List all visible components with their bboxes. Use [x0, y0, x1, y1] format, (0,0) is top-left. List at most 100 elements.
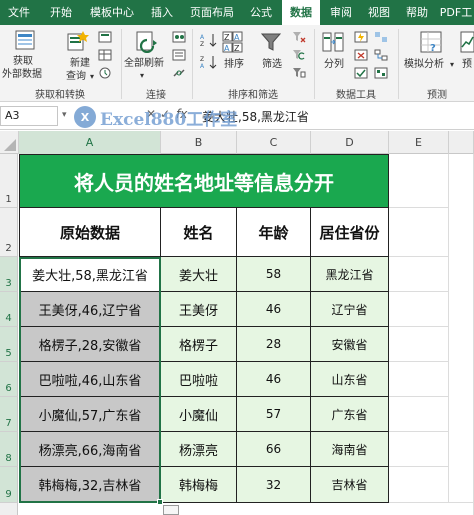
empty-cell[interactable]: [389, 362, 449, 397]
empty-cell[interactable]: [389, 432, 449, 467]
tab-home[interactable]: 开始: [42, 0, 80, 25]
flash-fill-icon[interactable]: [354, 31, 368, 43]
group-label-forecast: 预测: [427, 90, 447, 101]
data-validation-icon[interactable]: [354, 67, 368, 79]
empty-cell[interactable]: [389, 397, 449, 432]
header-raw-data[interactable]: 原始数据: [19, 208, 161, 257]
cell-raw-data[interactable]: 韩梅梅,32,吉林省: [19, 467, 161, 503]
confirm-entry-icon[interactable]: ✓: [160, 108, 170, 121]
cell-province[interactable]: 黑龙江省: [311, 257, 389, 292]
column-header-bar: A B C D E: [0, 131, 474, 154]
cell-name[interactable]: 巴啦啦: [161, 362, 237, 397]
cell-age[interactable]: 46: [237, 292, 311, 327]
cell-province[interactable]: 辽宁省: [311, 292, 389, 327]
row-header-3[interactable]: 3: [0, 257, 18, 292]
cell-age[interactable]: 66: [237, 432, 311, 467]
sheet-title[interactable]: 将人员的姓名地址等信息分开: [19, 154, 389, 208]
cell-province[interactable]: 山东省: [311, 362, 389, 397]
column-header-b[interactable]: B: [161, 131, 237, 154]
tab-pdf[interactable]: PDF工: [438, 0, 474, 25]
tab-template-center[interactable]: 模板中心: [84, 0, 140, 25]
recent-sources-icon[interactable]: [98, 67, 112, 79]
cell-province[interactable]: 安徽省: [311, 327, 389, 362]
cell-name[interactable]: 韩梅梅: [161, 467, 237, 503]
header-province[interactable]: 居住省份: [311, 208, 389, 257]
empty-cell[interactable]: [449, 154, 474, 503]
formula-bar: A3 ▾ ✕ ✓ fx 姜大壮,58,黑龙江省: [0, 102, 474, 130]
empty-cell[interactable]: [389, 327, 449, 362]
tab-data[interactable]: 数据: [282, 0, 320, 25]
reapply-filter-icon[interactable]: [292, 49, 306, 61]
column-header-c[interactable]: C: [237, 131, 311, 154]
tab-view[interactable]: 视图: [362, 0, 396, 25]
column-header-e[interactable]: E: [389, 131, 449, 154]
row-header-4[interactable]: 4: [0, 292, 18, 327]
empty-cell[interactable]: [389, 208, 449, 257]
row-header-6[interactable]: 6: [0, 362, 18, 397]
cell-age[interactable]: 28: [237, 327, 311, 362]
relationships-icon[interactable]: [374, 49, 388, 61]
sort-ascending-icon[interactable]: AZ: [200, 33, 218, 47]
column-header-a[interactable]: A: [19, 131, 161, 154]
cell-raw-data[interactable]: 姜大壮,58,黑龙江省: [19, 257, 161, 292]
quick-analysis-icon[interactable]: [163, 505, 179, 515]
cell-raw-data[interactable]: 巴啦啦,46,山东省: [19, 362, 161, 397]
consolidate-icon[interactable]: [374, 31, 388, 43]
connections-icon[interactable]: [172, 31, 186, 43]
select-all-corner[interactable]: [0, 131, 19, 154]
row-header-8[interactable]: 8: [0, 432, 18, 467]
cell-name[interactable]: 杨漂亮: [161, 432, 237, 467]
header-name[interactable]: 姓名: [161, 208, 237, 257]
cell-name[interactable]: 小魔仙: [161, 397, 237, 432]
row-header-2[interactable]: 2: [0, 208, 18, 257]
cell-raw-data[interactable]: 王美伢,46,辽宁省: [19, 292, 161, 327]
from-table-icon[interactable]: [98, 49, 112, 61]
tab-insert[interactable]: 插入: [144, 0, 180, 25]
svg-text:Z: Z: [200, 56, 204, 63]
formula-input[interactable]: 姜大壮,58,黑龙江省: [202, 108, 309, 125]
empty-cell[interactable]: [389, 292, 449, 327]
row-header-9[interactable]: 9: [0, 467, 18, 503]
cancel-entry-icon[interactable]: ✕: [146, 108, 156, 121]
cell-province[interactable]: 海南省: [311, 432, 389, 467]
remove-duplicates-icon[interactable]: [354, 49, 368, 61]
column-header-d[interactable]: D: [311, 131, 389, 154]
cell-raw-data[interactable]: 杨漂亮,66,海南省: [19, 432, 161, 467]
cell-age[interactable]: 58: [237, 257, 311, 292]
row-header-1[interactable]: 1: [0, 154, 18, 208]
tab-page-layout[interactable]: 页面布局: [184, 0, 240, 25]
properties-icon[interactable]: [172, 49, 186, 61]
cell-name[interactable]: 王美伢: [161, 292, 237, 327]
cell-raw-data[interactable]: 格楞子,28,安徽省: [19, 327, 161, 362]
chevron-down-icon: ▾: [450, 60, 455, 69]
sort-descending-icon[interactable]: ZA: [200, 55, 218, 69]
tab-help[interactable]: 帮助: [400, 0, 434, 25]
tab-file[interactable]: 文件: [0, 0, 38, 25]
cell-province[interactable]: 吉林省: [311, 467, 389, 503]
name-box[interactable]: A3: [0, 106, 58, 126]
tab-review[interactable]: 审阅: [324, 0, 358, 25]
empty-cell[interactable]: [389, 467, 449, 503]
header-age[interactable]: 年龄: [237, 208, 311, 257]
svg-text:Z: Z: [200, 41, 204, 47]
advanced-filter-icon[interactable]: [292, 67, 306, 79]
tab-formulas[interactable]: 公式: [244, 0, 278, 25]
row-header-7[interactable]: 7: [0, 397, 18, 432]
data-model-icon[interactable]: [374, 67, 388, 79]
cell-name[interactable]: 格楞子: [161, 327, 237, 362]
cell-province[interactable]: 广东省: [311, 397, 389, 432]
empty-cell[interactable]: [389, 154, 449, 208]
show-queries-icon[interactable]: [98, 31, 112, 43]
cell-name[interactable]: 姜大壮: [161, 257, 237, 292]
cell-age[interactable]: 46: [237, 362, 311, 397]
clear-filter-icon[interactable]: [292, 31, 306, 43]
cell-raw-data[interactable]: 小魔仙,57,广东省: [19, 397, 161, 432]
row-header-5[interactable]: 5: [0, 327, 18, 362]
empty-cell[interactable]: [19, 503, 474, 515]
empty-cell[interactable]: [389, 257, 449, 292]
cell-age[interactable]: 32: [237, 467, 311, 503]
cell-age[interactable]: 57: [237, 397, 311, 432]
name-box-chevron-down-icon[interactable]: ▾: [62, 109, 67, 122]
edit-links-icon[interactable]: [172, 67, 186, 79]
insert-function-icon[interactable]: fx: [176, 108, 187, 121]
